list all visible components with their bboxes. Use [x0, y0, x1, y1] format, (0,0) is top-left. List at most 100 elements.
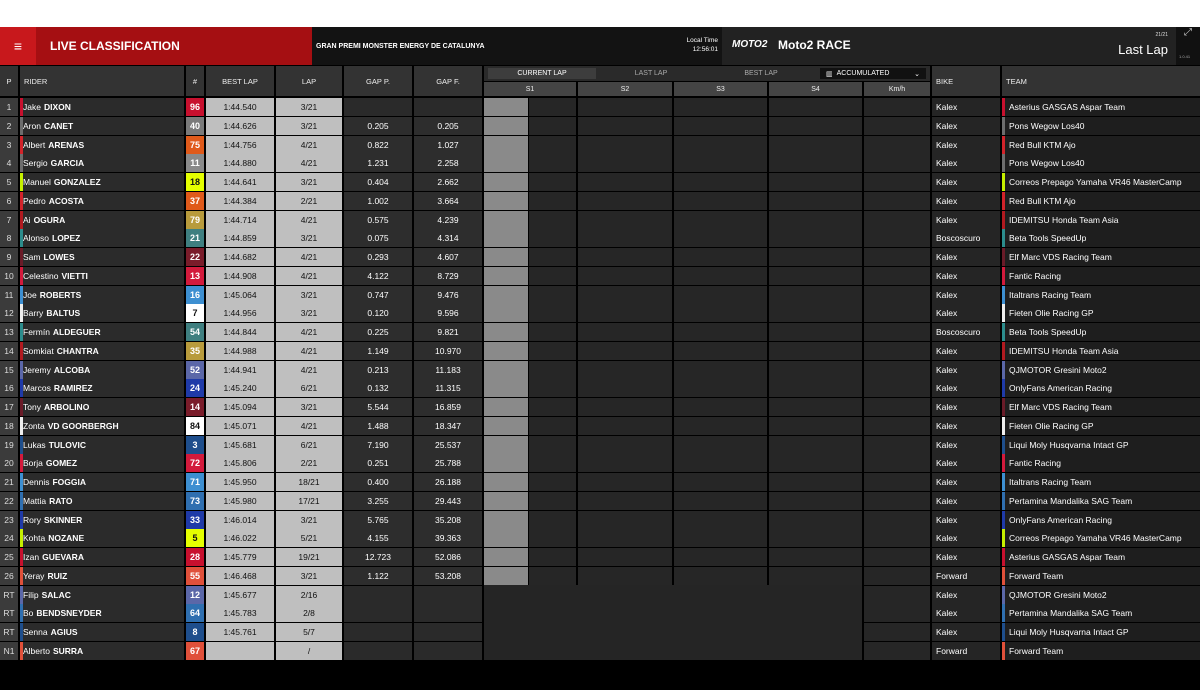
col-team[interactable]: TEAM — [1002, 66, 1200, 96]
table-row[interactable]: 23 Rory SKINNER 33 1:46.014 3/21 5.765 35.208 Ka… — [0, 510, 1200, 529]
rider-name[interactable]: Bo BENDSNEYDER — [20, 604, 184, 623]
position: 5 — [0, 173, 18, 191]
rider-name[interactable]: Jeremy ALCOBA — [20, 360, 184, 379]
table-row[interactable]: 5 Manuel GONZALEZ 18 1:44.641 3/21 0.404 2.662 K… — [0, 173, 1200, 191]
table-row[interactable]: 10 Celestino VIETTI 13 1:44.908 4/21 4.122 8.72… — [0, 266, 1200, 285]
col-bike[interactable]: BIKE — [932, 66, 1000, 96]
position: 4 — [0, 154, 18, 173]
table-row[interactable]: 14 Somkiat CHANTRA 35 1:44.988 4/21 1.149 10.97… — [0, 341, 1200, 360]
table-row[interactable]: 1 Jake DIXON 96 1:44.540 3/21 Kalex Asterius GA… — [0, 98, 1200, 116]
rider-last-name: CANET — [43, 120, 74, 131]
rider-name[interactable]: Alonso LOPEZ — [20, 229, 184, 248]
table-row[interactable]: 25 Izan GUEVARA 28 1:45.779 19/21 12.723 52.086… — [0, 548, 1200, 566]
rider-name[interactable]: Somkiat CHANTRA — [20, 341, 184, 360]
rider-name[interactable]: Senna AGIUS — [20, 623, 184, 641]
table-row[interactable]: 13 Fermín ALDEGUER 54 1:44.844 4/21 0.225 9.821… — [0, 323, 1200, 341]
rider-name[interactable]: Sergio GARCIA — [20, 154, 184, 173]
rider-name[interactable]: Marcos RAMIREZ — [20, 379, 184, 398]
tab-current-lap[interactable]: CURRENT LAP — [488, 68, 596, 79]
col-lap[interactable]: LAP — [276, 66, 342, 96]
position: RT — [0, 585, 18, 604]
gap-previous: 1.231 — [344, 154, 412, 173]
sector-3-time — [674, 154, 767, 173]
rider-name[interactable]: Sam LOWES — [20, 248, 184, 266]
table-row[interactable]: 7 Ai OGURA 79 1:44.714 4/21 0.575 4.239 Kalex IDE… — [0, 210, 1200, 229]
table-row[interactable]: 8 Alonso LOPEZ 21 1:44.859 3/21 0.075 4.314 Bosc… — [0, 229, 1200, 248]
table-row[interactable]: 19 Lukas TULOVIC 3 1:45.681 6/21 7.190 25.537 Ka… — [0, 435, 1200, 454]
rider-name[interactable]: Barry BALTUS — [20, 304, 184, 323]
table-row[interactable]: 26 Yeray RUIZ 55 1:46.468 3/21 1.122 53.208 Forw… — [0, 566, 1200, 585]
accumulated-dropdown[interactable]: ▥ ACCUMULATED ⌄ — [820, 68, 926, 79]
rider-name[interactable]: Yeray RUIZ — [20, 566, 184, 585]
col-pos[interactable]: P — [0, 66, 18, 96]
lap-count: 4/21 — [276, 360, 342, 379]
col-number[interactable]: # — [186, 66, 204, 96]
rider-name[interactable]: Ai OGURA — [20, 210, 184, 229]
col-rider[interactable]: RIDER — [20, 66, 184, 96]
speed — [864, 323, 930, 341]
position: 14 — [0, 341, 18, 360]
rider-name[interactable]: Alberto SURRA — [20, 641, 184, 660]
rider-name[interactable]: Izan GUEVARA — [20, 548, 184, 566]
menu-icon[interactable]: ≡ — [0, 27, 36, 65]
rider-name[interactable]: Mattia RATO — [20, 491, 184, 510]
rider-first-name: Manuel — [23, 177, 51, 187]
rider-number: 96 — [186, 98, 204, 116]
table-row[interactable]: 24 Kohta NOZANE 5 1:46.022 5/21 4.155 39.363 Kal… — [0, 529, 1200, 548]
tab-best-lap[interactable]: BEST LAP — [708, 68, 814, 79]
table-row[interactable]: 4 Sergio GARCIA 11 1:44.880 4/21 1.231 2.258 Kal… — [0, 154, 1200, 173]
speed — [864, 454, 930, 473]
sector-4-time — [769, 435, 862, 454]
rider-name[interactable]: Aron CANET — [20, 116, 184, 135]
table-row[interactable]: 17 Tony ARBOLINO 14 1:45.094 3/21 5.544 16.859 K… — [0, 398, 1200, 416]
table-row[interactable]: 20 Borja GOMEZ 72 1:45.806 2/21 0.251 25.788 Kal… — [0, 454, 1200, 473]
rider-first-name: Rory — [23, 514, 41, 525]
team-name: Asterius GASGAS Aspar Team — [1002, 548, 1200, 566]
fullscreen-button[interactable]: ⤢ 1.0.41 — [1176, 27, 1200, 65]
speed — [864, 98, 930, 116]
rider-name[interactable]: Jake DIXON — [20, 98, 184, 116]
team-name: IDEMITSU Honda Team Asia — [1002, 210, 1200, 229]
rider-name[interactable]: Filip SALAC — [20, 585, 184, 604]
rider-number: 75 — [186, 135, 204, 154]
rider-name[interactable]: Joe ROBERTS — [20, 285, 184, 304]
rider-name[interactable]: Celestino VIETTI — [20, 266, 184, 285]
sector-1-time — [529, 323, 576, 341]
table-row[interactable]: 6 Pedro ACOSTA 37 1:44.384 2/21 1.002 3.664 Kale… — [0, 191, 1200, 210]
team-name: Correos Prepago Yamaha VR46 MasterCamp — [1002, 173, 1200, 191]
rider-name[interactable]: Fermín ALDEGUER — [20, 323, 184, 341]
speed — [864, 360, 930, 379]
rider-name[interactable]: Pedro ACOSTA — [20, 191, 184, 210]
rider-last-name: BENDSNEYDER — [36, 608, 102, 619]
table-row[interactable]: 12 Barry BALTUS 7 1:44.956 3/21 0.120 9.596 Kale… — [0, 304, 1200, 323]
table-row[interactable]: 9 Sam LOWES 22 1:44.682 4/21 0.293 4.607 Kalex El… — [0, 248, 1200, 266]
col-gap-previous[interactable]: GAP P. — [344, 66, 412, 96]
rider-name[interactable]: Kohta NOZANE — [20, 529, 184, 548]
rider-number: 24 — [186, 379, 204, 398]
lap-count: 3/21 — [276, 510, 342, 529]
table-row[interactable]: 15 Jeremy ALCOBA 52 1:44.941 4/21 0.213 11.183 K… — [0, 360, 1200, 379]
rider-name[interactable]: Rory SKINNER — [20, 510, 184, 529]
table-row[interactable]: 11 Joe ROBERTS 16 1:45.064 3/21 0.747 9.476 Kale… — [0, 285, 1200, 304]
rider-name[interactable]: Tony ARBOLINO — [20, 398, 184, 416]
table-row[interactable]: 18 Zonta VD GOORBERGH 84 1:45.071 4/21 1.488 18… — [0, 416, 1200, 435]
rider-name[interactable]: Manuel GONZALEZ — [20, 173, 184, 191]
table-row[interactable]: 21 Dennis FOGGIA 71 1:45.950 18/21 0.400 26.188… — [0, 473, 1200, 491]
table-row[interactable]: 3 Albert ARENAS 75 1:44.756 4/21 0.822 1.027 Kal… — [0, 135, 1200, 154]
rider-first-name: Jeremy — [23, 364, 51, 375]
col-best-lap[interactable]: BEST LAP — [206, 66, 274, 96]
rider-name[interactable]: Borja GOMEZ — [20, 454, 184, 473]
col-gap-first[interactable]: GAP F. — [414, 66, 482, 96]
rider-name[interactable]: Zonta VD GOORBERGH — [20, 416, 184, 435]
rider-name[interactable]: Dennis FOGGIA — [20, 473, 184, 491]
live-classification-title: LIVE CLASSIFICATION — [36, 27, 312, 65]
gap-previous: 0.205 — [344, 116, 412, 135]
table-row[interactable]: 2 Aron CANET 40 1:44.626 3/21 0.205 0.205 Kalex P… — [0, 116, 1200, 135]
tab-last-lap[interactable]: LAST LAP — [598, 68, 704, 79]
rider-first-name: Pedro — [23, 195, 46, 206]
rider-name[interactable]: Albert ARENAS — [20, 135, 184, 154]
table-row[interactable]: 22 Mattia RATO 73 1:45.980 17/21 3.255 29.443 Ka… — [0, 491, 1200, 510]
rider-name[interactable]: Lukas TULOVIC — [20, 435, 184, 454]
rider-number: 8 — [186, 623, 204, 641]
table-row[interactable]: 16 Marcos RAMIREZ 24 1:45.240 6/21 0.132 11.315… — [0, 379, 1200, 398]
